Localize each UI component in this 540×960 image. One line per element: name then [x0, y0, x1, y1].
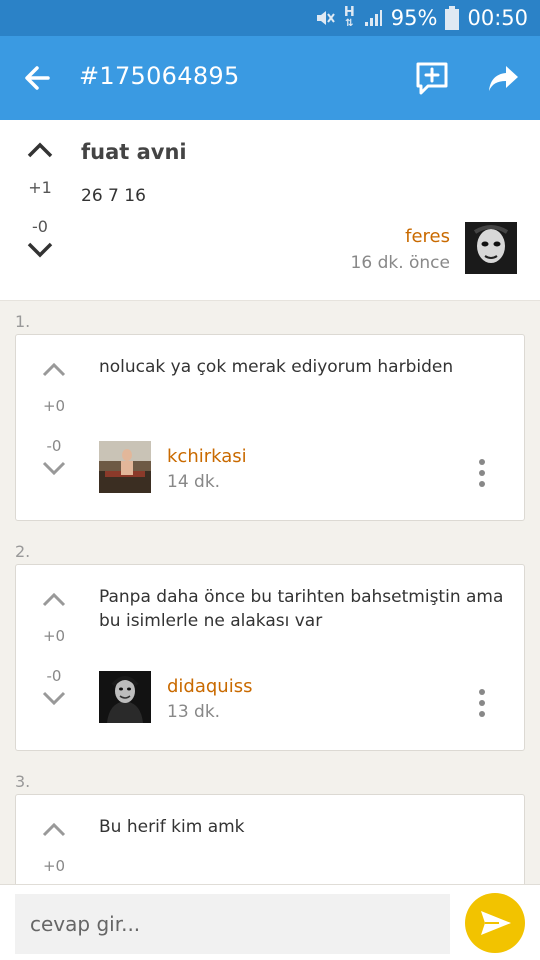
entry-author-avatar[interactable] — [465, 222, 517, 274]
comment-number: 2. — [15, 542, 31, 561]
app-bar: #175064895 — [0, 36, 540, 120]
comment-downvote-count: -0 — [46, 437, 62, 455]
comment-author[interactable]: kchirkasi — [167, 446, 247, 467]
more-options-icon[interactable] — [474, 687, 490, 719]
send-button[interactable] — [465, 893, 525, 953]
more-options-icon[interactable] — [474, 457, 490, 489]
comment-vote: +0 -0 — [30, 592, 78, 709]
comment-text: Panpa daha önce bu tarihten bahsetmiştin… — [99, 587, 504, 631]
signal-icon — [363, 8, 383, 28]
entry-downvote-count: -0 — [32, 217, 48, 236]
reply-input[interactable] — [15, 894, 450, 954]
battery-percent: 95% — [390, 6, 438, 30]
entry-card: +1 -0 fuat avni 26 7 16 feres 16 dk. önc… — [0, 120, 540, 301]
entry-upvote-count: +1 — [28, 178, 52, 197]
reply-bar — [0, 884, 540, 960]
comment-upvote-count: +0 — [42, 857, 66, 875]
hsdpa-icon: H ⇅ — [343, 5, 355, 29]
upvote-chevron-icon[interactable] — [15, 142, 65, 162]
comment-text: Bu herif kim amk — [99, 817, 245, 837]
comment-text: nolucak ya çok merak ediyorum harbiden — [99, 357, 454, 377]
comment-author-avatar[interactable] — [99, 671, 151, 723]
entry-title: fuat avni — [81, 140, 187, 164]
page-title: #175064895 — [79, 62, 240, 90]
comment-number: 1. — [15, 312, 31, 331]
comment-card: Panpa daha önce bu tarihten bahsetmiştin… — [15, 564, 525, 751]
comment-time: 14 dk. — [167, 472, 221, 492]
back-arrow-icon[interactable] — [18, 58, 58, 98]
downvote-chevron-icon[interactable] — [15, 242, 65, 262]
upvote-chevron-icon[interactable] — [30, 822, 78, 841]
upvote-chevron-icon[interactable] — [30, 362, 78, 381]
comment-downvote-count: -0 — [46, 667, 62, 685]
comment-time: 13 dk. — [167, 702, 221, 722]
comment-upvote-count: +0 — [42, 627, 66, 645]
clock: 00:50 — [467, 6, 528, 30]
comment-card: nolucak ya çok merak ediyorum harbiden +… — [15, 334, 525, 521]
upvote-chevron-icon[interactable] — [30, 592, 78, 611]
downvote-chevron-icon[interactable] — [30, 691, 78, 709]
add-comment-icon[interactable] — [414, 60, 450, 96]
comment-vote: +0 -0 — [30, 362, 78, 479]
status-bar: H ⇅ 95% 00:50 — [0, 0, 540, 36]
comment-upvote-count: +0 — [42, 397, 66, 415]
entry-author[interactable]: feres — [405, 226, 450, 247]
comment-author-avatar[interactable] — [99, 441, 151, 493]
entry-body: 26 7 16 — [81, 186, 146, 206]
battery-icon — [445, 6, 460, 30]
comment-author[interactable]: didaquiss — [167, 676, 252, 697]
comment-number: 3. — [15, 772, 31, 791]
share-icon[interactable] — [486, 60, 522, 96]
entry-time: 16 dk. önce — [350, 253, 450, 273]
mute-icon — [314, 7, 336, 29]
downvote-chevron-icon[interactable] — [30, 461, 78, 479]
comment-vote: +0 — [30, 822, 78, 875]
entry-vote: +1 -0 — [15, 142, 65, 262]
